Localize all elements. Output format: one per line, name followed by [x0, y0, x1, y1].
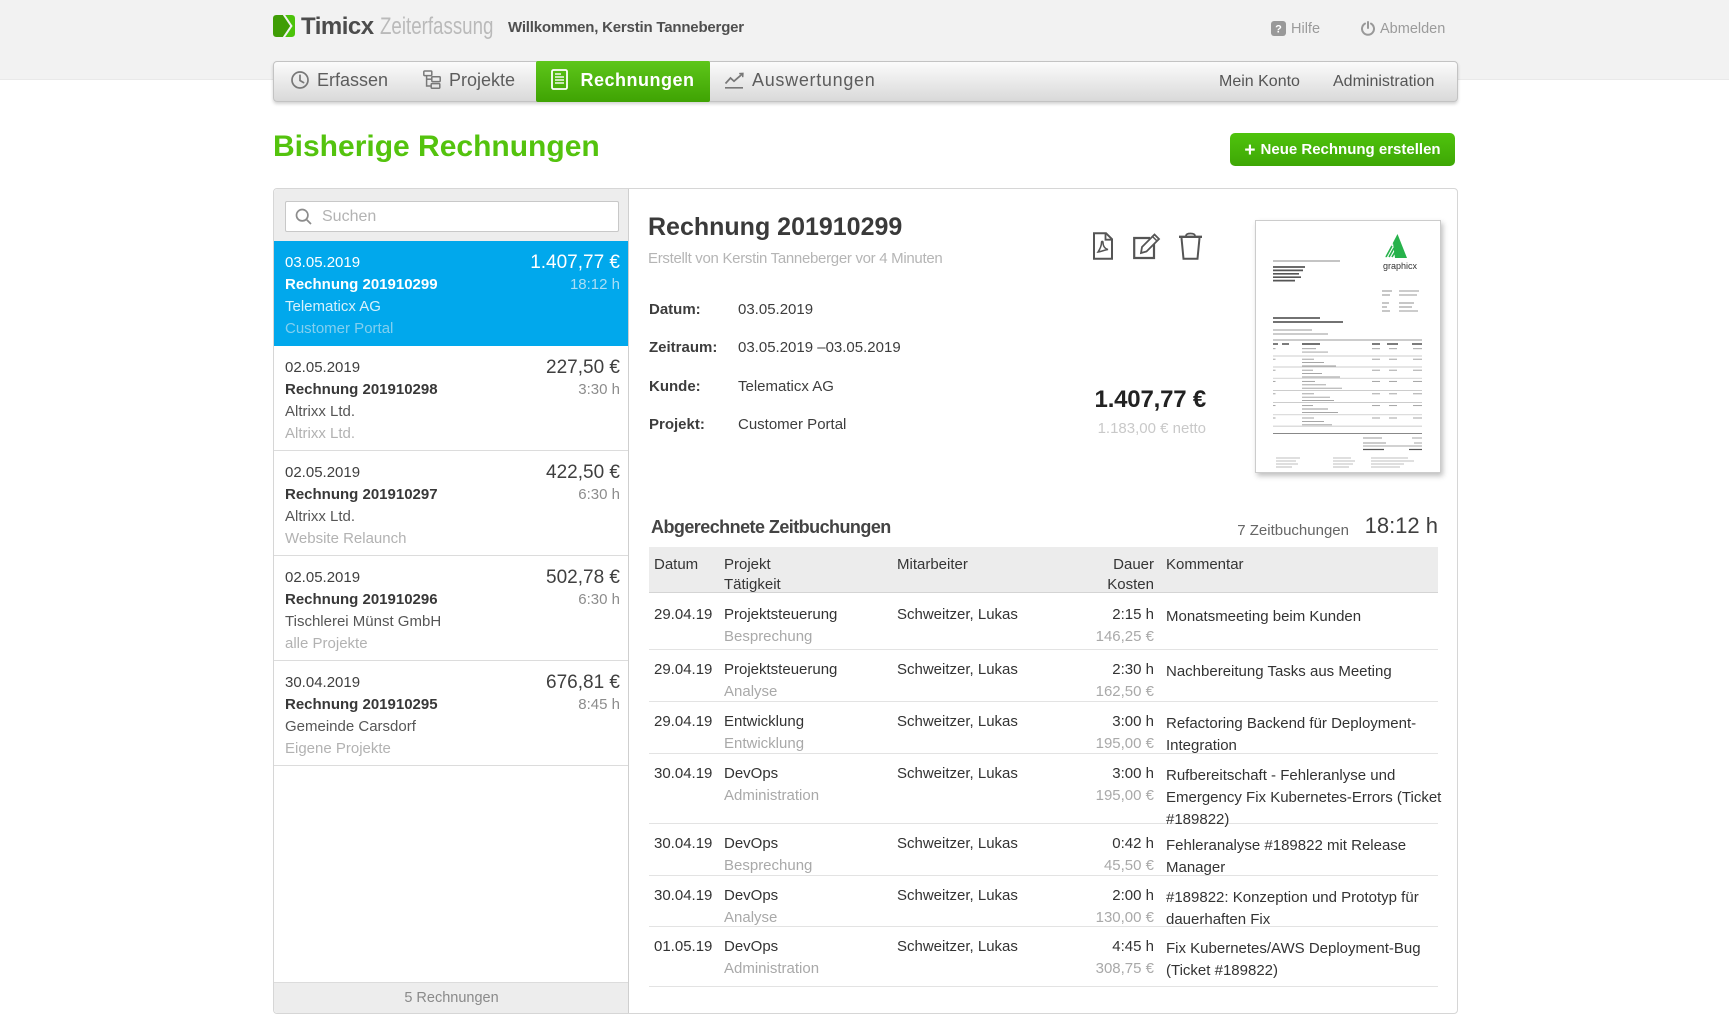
svg-text:graphicx: graphicx	[1383, 261, 1418, 271]
svg-text:?: ?	[1275, 24, 1282, 36]
